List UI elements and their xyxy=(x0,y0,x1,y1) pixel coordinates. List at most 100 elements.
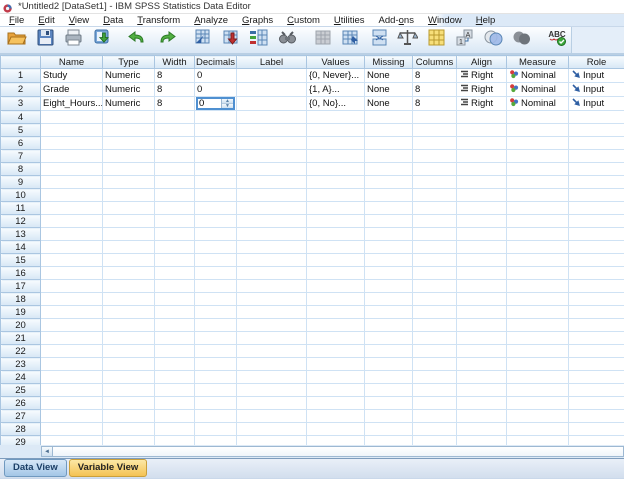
empty-cell[interactable] xyxy=(412,123,457,137)
goto-case-button[interactable] xyxy=(188,28,216,53)
menu-help[interactable]: Help xyxy=(471,15,505,26)
empty-cell[interactable] xyxy=(306,370,365,384)
empty-cell[interactable] xyxy=(102,370,155,384)
empty-cell[interactable] xyxy=(236,305,307,319)
empty-cell[interactable] xyxy=(40,253,103,267)
empty-cell[interactable] xyxy=(154,383,195,397)
empty-cell[interactable] xyxy=(102,175,155,189)
empty-cell[interactable] xyxy=(236,422,307,436)
empty-cell[interactable] xyxy=(506,292,569,306)
empty-cell[interactable] xyxy=(102,279,155,293)
cell-role-row2[interactable]: Input xyxy=(568,82,624,97)
empty-cell[interactable] xyxy=(194,175,237,189)
empty-cell[interactable] xyxy=(40,240,103,254)
row-header-21[interactable]: 21 xyxy=(0,331,41,345)
empty-cell[interactable] xyxy=(456,110,507,124)
empty-cell[interactable] xyxy=(364,396,413,410)
row-header-24[interactable]: 24 xyxy=(0,370,41,384)
empty-cell[interactable] xyxy=(506,149,569,163)
empty-cell[interactable] xyxy=(102,201,155,215)
empty-cell[interactable] xyxy=(412,266,457,280)
row-header-6[interactable]: 6 xyxy=(0,136,41,150)
empty-cell[interactable] xyxy=(194,409,237,423)
empty-cell[interactable] xyxy=(412,396,457,410)
empty-cell[interactable] xyxy=(506,409,569,423)
column-header-role[interactable]: Role xyxy=(568,55,624,69)
empty-cell[interactable] xyxy=(102,123,155,137)
empty-cell[interactable] xyxy=(364,331,413,345)
cell-align-row1[interactable]: Right xyxy=(456,68,507,83)
empty-cell[interactable] xyxy=(40,331,103,345)
empty-cell[interactable] xyxy=(154,318,195,332)
empty-cell[interactable] xyxy=(506,279,569,293)
empty-cell[interactable] xyxy=(306,435,365,445)
row-header-11[interactable]: 11 xyxy=(0,201,41,215)
empty-cell[interactable] xyxy=(236,214,307,228)
empty-cell[interactable] xyxy=(412,149,457,163)
empty-cell[interactable] xyxy=(364,188,413,202)
empty-cell[interactable] xyxy=(364,357,413,371)
empty-cell[interactable] xyxy=(306,110,365,124)
empty-cell[interactable] xyxy=(306,318,365,332)
empty-cell[interactable] xyxy=(102,435,155,445)
empty-cell[interactable] xyxy=(154,214,195,228)
empty-cell[interactable] xyxy=(40,175,103,189)
empty-cell[interactable] xyxy=(40,214,103,228)
undo-button[interactable] xyxy=(124,28,152,53)
empty-cell[interactable] xyxy=(40,201,103,215)
empty-cell[interactable] xyxy=(236,279,307,293)
empty-cell[interactable] xyxy=(456,370,507,384)
empty-cell[interactable] xyxy=(456,162,507,176)
select-cases-button[interactable] xyxy=(423,28,451,53)
column-header-name[interactable]: Name xyxy=(40,55,103,69)
cell-width-row1[interactable]: 8 xyxy=(154,68,195,83)
empty-cell[interactable] xyxy=(154,175,195,189)
empty-cell[interactable] xyxy=(102,162,155,176)
spinner-down-icon[interactable]: ▼ xyxy=(222,103,233,109)
empty-cell[interactable] xyxy=(364,253,413,267)
empty-cell[interactable] xyxy=(102,383,155,397)
empty-cell[interactable] xyxy=(236,136,307,150)
empty-cell[interactable] xyxy=(194,162,237,176)
empty-cell[interactable] xyxy=(456,240,507,254)
empty-cell[interactable] xyxy=(194,149,237,163)
empty-cell[interactable] xyxy=(154,253,195,267)
empty-cell[interactable] xyxy=(456,409,507,423)
cell-measure-row1[interactable]: Nominal xyxy=(506,68,569,83)
horizontal-scrollbar[interactable]: ◄ xyxy=(0,445,624,458)
menu-data[interactable]: Data xyxy=(98,15,132,26)
row-header-12[interactable]: 12 xyxy=(0,214,41,228)
row-header-9[interactable]: 9 xyxy=(0,175,41,189)
cell-type-row1[interactable]: Numeric xyxy=(102,68,155,83)
empty-cell[interactable] xyxy=(40,370,103,384)
empty-cell[interactable] xyxy=(412,409,457,423)
empty-cell[interactable] xyxy=(364,214,413,228)
empty-cell[interactable] xyxy=(40,357,103,371)
empty-cell[interactable] xyxy=(154,370,195,384)
row-header-2[interactable]: 2 xyxy=(0,82,41,97)
row-header-4[interactable]: 4 xyxy=(0,110,41,124)
empty-cell[interactable] xyxy=(40,123,103,137)
empty-cell[interactable] xyxy=(236,266,307,280)
cell-decimals-row2[interactable]: 0 xyxy=(194,82,237,97)
empty-cell[interactable] xyxy=(412,175,457,189)
empty-cell[interactable] xyxy=(412,344,457,358)
empty-cell[interactable] xyxy=(236,110,307,124)
empty-cell[interactable] xyxy=(40,136,103,150)
empty-cell[interactable] xyxy=(194,123,237,137)
spell-check-button[interactable]: ABC xyxy=(544,28,572,53)
empty-cell[interactable] xyxy=(364,175,413,189)
empty-cell[interactable] xyxy=(412,253,457,267)
empty-cell[interactable] xyxy=(506,110,569,124)
empty-cell[interactable] xyxy=(506,357,569,371)
empty-cell[interactable] xyxy=(154,149,195,163)
scroll-left-button[interactable]: ◄ xyxy=(41,446,53,457)
empty-cell[interactable] xyxy=(412,110,457,124)
cell-role-row3[interactable]: Input xyxy=(568,96,624,111)
empty-cell[interactable] xyxy=(236,409,307,423)
empty-cell[interactable] xyxy=(506,344,569,358)
empty-cell[interactable] xyxy=(568,123,624,137)
empty-cell[interactable] xyxy=(194,266,237,280)
empty-cell[interactable] xyxy=(456,149,507,163)
empty-cell[interactable] xyxy=(40,162,103,176)
